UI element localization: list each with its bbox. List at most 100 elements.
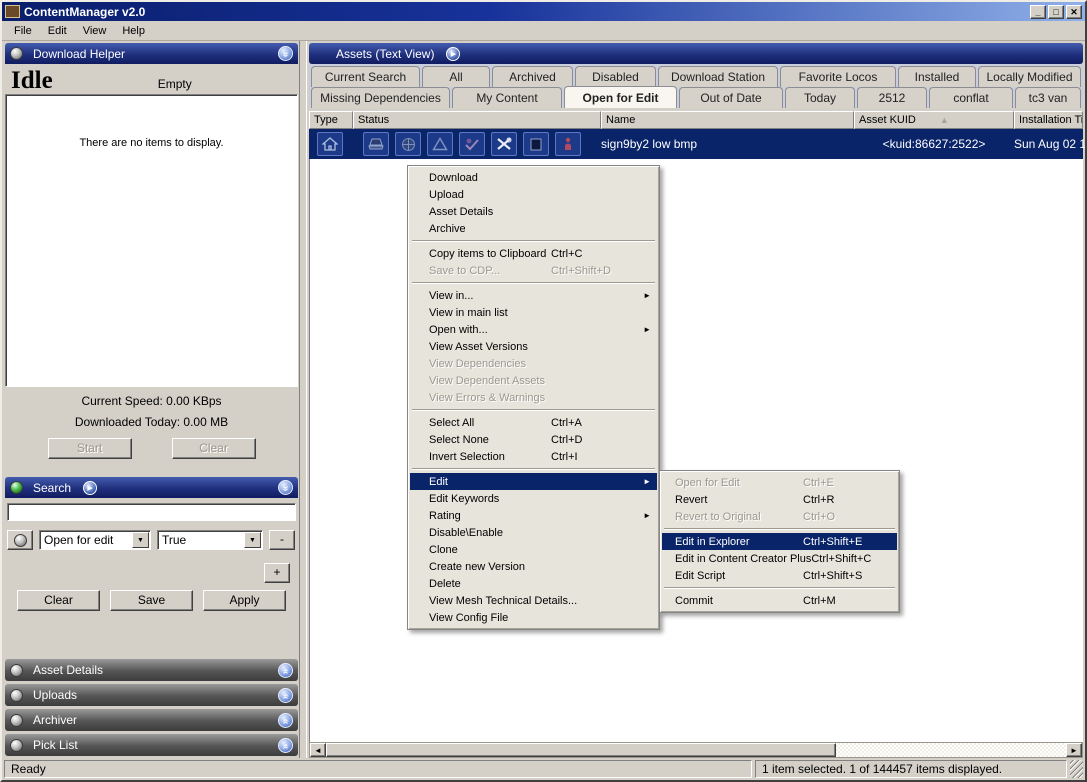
menu-item-view-config-file[interactable]: View Config File bbox=[410, 609, 657, 626]
tab-disabled[interactable]: Disabled bbox=[575, 66, 656, 87]
uploads-panel-header[interactable]: Uploads » bbox=[5, 684, 298, 706]
menu-item-edit-keywords[interactable]: Edit Keywords bbox=[410, 490, 657, 507]
menu-item-view-in[interactable]: View in...► bbox=[410, 287, 657, 304]
sphere-icon bbox=[10, 664, 23, 677]
tab-favorite-locos[interactable]: Favorite Locos bbox=[780, 66, 896, 87]
collapse-chevron-icon[interactable]: » bbox=[278, 46, 293, 61]
search-collapse-chevron-icon[interactable]: » bbox=[278, 480, 293, 495]
menu-item-view-in-main-list[interactable]: View in main list bbox=[410, 304, 657, 321]
menu-help[interactable]: Help bbox=[114, 23, 153, 39]
menu-item-save-to-cdp[interactable]: Save to CDP...Ctrl+Shift+D bbox=[410, 262, 657, 279]
pick-list-panel-header[interactable]: Pick List » bbox=[5, 734, 298, 756]
current-speed: Current Speed: 0.00 KBps bbox=[5, 394, 298, 408]
tab-conflat[interactable]: conflat bbox=[929, 87, 1013, 108]
column-installation-time[interactable]: Installation Time bbox=[1014, 111, 1083, 129]
search-input[interactable] bbox=[7, 503, 296, 521]
submenu-item-edit-in-content-creator-plus[interactable]: Edit in Content Creator PlusCtrl+Shift+C bbox=[662, 550, 897, 567]
menu-item-archive[interactable]: Archive bbox=[410, 220, 657, 237]
submenu-item-open-for-edit[interactable]: Open for EditCtrl+E bbox=[662, 474, 897, 491]
tab-today[interactable]: Today bbox=[785, 87, 855, 108]
resize-grip[interactable] bbox=[1070, 760, 1083, 778]
tab-missing-dependencies[interactable]: Missing Dependencies bbox=[311, 87, 450, 108]
menu-item-delete[interactable]: Delete bbox=[410, 575, 657, 592]
close-button[interactable]: ✕ bbox=[1066, 5, 1082, 19]
table-row-selected[interactable]: sign9by2 low bmp <kuid:86627:2522> Sun A… bbox=[309, 129, 1083, 159]
tab-out-of-date[interactable]: Out of Date bbox=[679, 87, 783, 108]
menu-item-asset-details[interactable]: Asset Details bbox=[410, 203, 657, 220]
horizontal-scrollbar[interactable]: ◄ ► bbox=[309, 742, 1083, 758]
expand-chevron-icon[interactable]: » bbox=[278, 713, 293, 728]
submenu-item-commit[interactable]: CommitCtrl+M bbox=[662, 592, 897, 609]
minimize-button[interactable]: _ bbox=[1030, 5, 1046, 19]
menu-item-copy-items[interactable]: Copy items to ClipboardCtrl+C bbox=[410, 245, 657, 262]
menu-item-rating[interactable]: Rating► bbox=[410, 507, 657, 524]
menu-item-view-dependencies[interactable]: View Dependencies bbox=[410, 355, 657, 372]
tab-tc3-van[interactable]: tc3 van bbox=[1015, 87, 1081, 108]
archiver-panel-header[interactable]: Archiver » bbox=[5, 709, 298, 731]
filter-value-dropdown[interactable]: True ▼ bbox=[157, 530, 263, 550]
clear-downloads-button[interactable]: Clear bbox=[172, 438, 256, 459]
submenu-item-edit-in-explorer[interactable]: Edit in ExplorerCtrl+Shift+E bbox=[662, 533, 897, 550]
menu-view[interactable]: View bbox=[75, 23, 115, 39]
tab-installed[interactable]: Installed bbox=[898, 66, 976, 87]
menu-edit[interactable]: Edit bbox=[40, 23, 75, 39]
menu-separator bbox=[664, 528, 895, 530]
menu-file[interactable]: File bbox=[6, 23, 40, 39]
tab-2512[interactable]: 2512 bbox=[857, 87, 927, 108]
remove-filter-button[interactable]: - bbox=[269, 530, 295, 550]
expand-chevron-icon[interactable]: » bbox=[278, 738, 293, 753]
download-queue-list[interactable]: There are no items to display. bbox=[5, 94, 298, 387]
column-status[interactable]: Status bbox=[353, 111, 601, 129]
search-panel-header[interactable]: Search ▶ » bbox=[5, 477, 298, 498]
app-window: ContentManager v2.0 _ □ ✕ File Edit View… bbox=[0, 0, 1087, 782]
tab-archived[interactable]: Archived bbox=[492, 66, 573, 87]
scroll-left-icon[interactable]: ◄ bbox=[310, 743, 326, 757]
menu-item-view-asset-versions[interactable]: View Asset Versions bbox=[410, 338, 657, 355]
expand-chevron-icon[interactable]: » bbox=[278, 688, 293, 703]
menu-item-disable-enable[interactable]: Disable\Enable bbox=[410, 524, 657, 541]
menu-item-invert-selection[interactable]: Invert SelectionCtrl+I bbox=[410, 448, 657, 465]
submenu-item-revert-to-original[interactable]: Revert to OriginalCtrl+O bbox=[662, 508, 897, 525]
search-apply-button[interactable]: Apply bbox=[203, 590, 286, 611]
scrollbar-thumb[interactable] bbox=[326, 743, 836, 757]
menu-item-clone[interactable]: Clone bbox=[410, 541, 657, 558]
menu-item-view-errors-warnings[interactable]: View Errors & Warnings bbox=[410, 389, 657, 406]
tab-all[interactable]: All bbox=[422, 66, 490, 87]
add-filter-button[interactable]: + bbox=[264, 563, 290, 583]
filter-field-dropdown[interactable]: Open for edit ▼ bbox=[39, 530, 151, 550]
sidebar-splitter[interactable] bbox=[300, 41, 307, 758]
menu-item-open-with[interactable]: Open with...► bbox=[410, 321, 657, 338]
menu-item-select-none[interactable]: Select NoneCtrl+D bbox=[410, 431, 657, 448]
start-button[interactable]: Start bbox=[48, 438, 132, 459]
menu-item-create-new-version[interactable]: Create new Version bbox=[410, 558, 657, 575]
menu-item-download[interactable]: Download bbox=[410, 169, 657, 186]
search-clear-button[interactable]: Clear bbox=[17, 590, 100, 611]
tab-locally-modified[interactable]: Locally Modified bbox=[978, 66, 1081, 87]
tab-my-content[interactable]: My Content bbox=[452, 87, 562, 108]
maximize-button[interactable]: □ bbox=[1048, 5, 1064, 19]
search-save-button[interactable]: Save bbox=[110, 590, 193, 611]
search-play-icon[interactable]: ▶ bbox=[83, 481, 97, 495]
menu-item-view-mesh-technical-details[interactable]: View Mesh Technical Details... bbox=[410, 592, 657, 609]
asset-details-panel-header[interactable]: Asset Details » bbox=[5, 659, 298, 681]
tab-download-station[interactable]: Download Station bbox=[658, 66, 778, 87]
download-helper-header[interactable]: Download Helper » bbox=[5, 43, 298, 64]
menu-item-select-all[interactable]: Select AllCtrl+A bbox=[410, 414, 657, 431]
menu-separator bbox=[412, 282, 655, 284]
menu-item-upload[interactable]: Upload bbox=[410, 186, 657, 203]
column-name[interactable]: Name bbox=[601, 111, 854, 129]
dropdown-arrow-icon[interactable]: ▼ bbox=[132, 532, 149, 548]
tab-current-search[interactable]: Current Search bbox=[311, 66, 420, 87]
assets-play-icon[interactable]: ▶ bbox=[446, 47, 460, 61]
filter-sphere-button[interactable] bbox=[7, 530, 33, 550]
scroll-right-icon[interactable]: ► bbox=[1066, 743, 1082, 757]
dropdown-arrow-icon[interactable]: ▼ bbox=[244, 532, 261, 548]
menu-item-edit[interactable]: Edit► bbox=[410, 473, 657, 490]
column-type[interactable]: Type bbox=[309, 111, 353, 129]
tab-open-for-edit[interactable]: Open for Edit bbox=[564, 86, 677, 108]
column-asset-kuid[interactable]: Asset KUID ▲ bbox=[854, 111, 1014, 129]
submenu-item-revert[interactable]: RevertCtrl+R bbox=[662, 491, 897, 508]
submenu-item-edit-script[interactable]: Edit ScriptCtrl+Shift+S bbox=[662, 567, 897, 584]
expand-chevron-icon[interactable]: » bbox=[278, 663, 293, 678]
menu-item-view-dependent-assets[interactable]: View Dependent Assets bbox=[410, 372, 657, 389]
